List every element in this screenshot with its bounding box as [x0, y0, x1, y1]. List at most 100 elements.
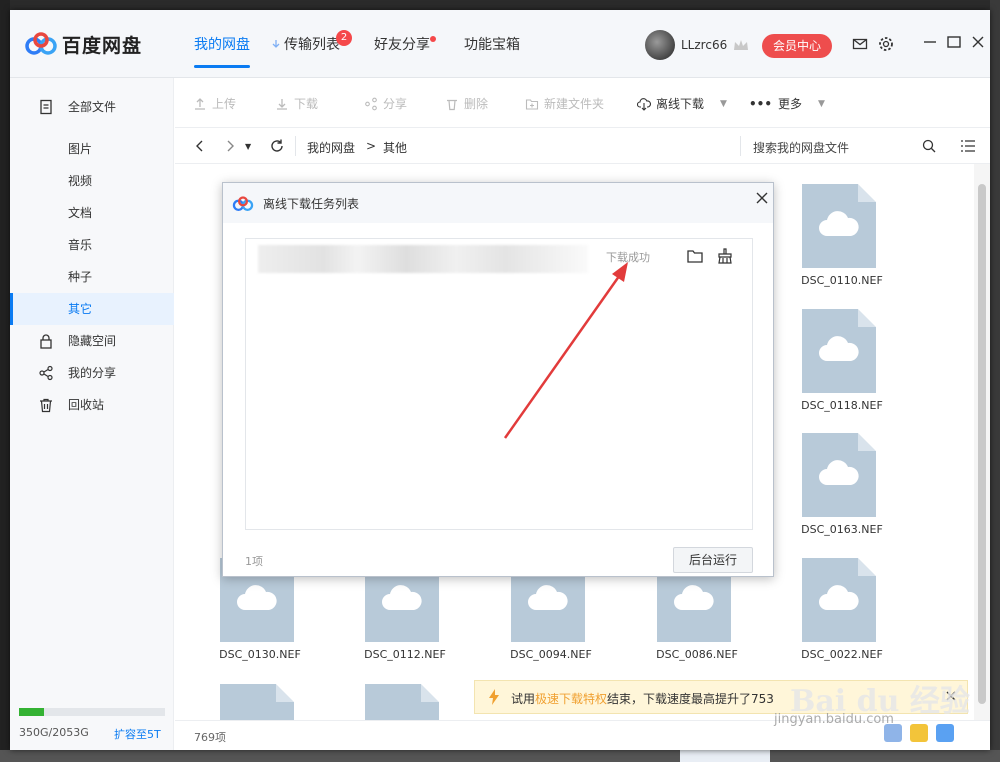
share-label: 分享 — [383, 97, 408, 111]
app-logo[interactable]: 百度网盘 — [24, 30, 174, 58]
forward-icon[interactable] — [222, 138, 238, 154]
close-icon[interactable] — [970, 34, 986, 50]
breadcrumb-root[interactable]: 我的网盘 — [307, 139, 355, 156]
sidebar-item-label: 视频 — [68, 174, 93, 188]
sidebar-item-music[interactable]: 音乐 — [10, 229, 174, 261]
cloud-icon — [528, 585, 568, 610]
back-icon[interactable] — [192, 138, 208, 154]
search-input[interactable]: 搜索我的网盘文件 — [753, 139, 849, 156]
file-name: DSC_0086.NEF — [656, 648, 738, 661]
tab-friend-share[interactable]: 好友分享 — [374, 10, 436, 78]
desktop-top-strip — [0, 0, 1000, 10]
notification-dot — [430, 36, 436, 42]
mail-icon[interactable] — [852, 36, 868, 52]
header-icons — [852, 36, 904, 52]
chevron-down-icon[interactable]: ▼ — [818, 99, 825, 109]
blurred-task-name — [258, 245, 588, 273]
notification-icon[interactable] — [910, 724, 928, 742]
sidebar-item-hidden-space[interactable]: 隐藏空间 — [10, 325, 174, 357]
task-list: 下载成功 — [245, 238, 753, 530]
sidebar-item-images[interactable]: 图片 — [10, 133, 174, 165]
search-icon[interactable] — [921, 138, 937, 154]
lock-icon[interactable] — [936, 724, 954, 742]
scrollbar-thumb[interactable] — [978, 184, 986, 704]
item-count: 769项 — [194, 731, 226, 744]
desktop-left-strip — [0, 0, 10, 762]
maximize-icon[interactable] — [946, 34, 962, 50]
new-folder-button[interactable]: 新建文件夹 — [525, 95, 604, 112]
storage-quota-bar — [19, 708, 165, 716]
sidebar-item-label: 种子 — [68, 270, 93, 284]
run-in-background-button[interactable]: 后台运行 — [673, 547, 753, 573]
dialog-header: 离线下载任务列表 — [223, 183, 773, 223]
more-button[interactable]: ••• 更多 ▼ — [749, 95, 825, 112]
header-bar: 百度网盘 我的网盘 传输列表 2 好友分享 功能宝箱 LLzrc66 会员中心 — [10, 10, 990, 78]
sidebar-item-my-share[interactable]: 我的分享 — [10, 357, 174, 389]
sidebar-item-label: 音乐 — [68, 238, 93, 252]
download-icon — [277, 98, 287, 110]
divider — [740, 136, 741, 156]
dialog-title: 离线下载任务列表 — [263, 197, 360, 211]
sidebar-item-other[interactable]: 其它 — [10, 293, 174, 325]
file-thumbnail — [365, 684, 439, 720]
scrollbar[interactable] — [974, 164, 990, 720]
sidebar-item-torrents[interactable]: 种子 — [10, 261, 174, 293]
app-window: 百度网盘 我的网盘 传输列表 2 好友分享 功能宝箱 LLzrc66 会员中心 — [10, 10, 990, 750]
user-area[interactable]: LLzrc66 — [645, 30, 749, 60]
upload-button[interactable]: 上传 — [193, 95, 236, 112]
chevron-down-icon[interactable]: ▼ — [720, 99, 727, 109]
file-item[interactable] — [183, 666, 294, 720]
file-item[interactable]: DSC_0022.NEF — [765, 540, 883, 661]
breadcrumb-current: 其他 — [383, 141, 408, 155]
crown-icon — [734, 40, 749, 50]
file-item[interactable] — [328, 666, 439, 720]
baidu-cloud-logo-icon — [232, 196, 254, 211]
cloud-icon — [237, 585, 277, 610]
refresh-icon[interactable] — [269, 138, 285, 154]
desktop-right-strip — [990, 0, 1000, 762]
sidebar-item-videos[interactable]: 视频 — [10, 165, 174, 197]
sidebar-item-documents[interactable]: 文档 — [10, 197, 174, 229]
path-bar: ▼ 我的网盘 > 其他 搜索我的网盘文件 — [175, 128, 990, 164]
cloud-icon — [819, 460, 859, 485]
taskbar-fragment — [680, 750, 770, 762]
sidebar-item-label: 其它 — [68, 302, 93, 316]
gear-icon[interactable] — [878, 36, 894, 52]
trash-icon — [447, 99, 457, 110]
storage-quota-text: 350G/2053G — [19, 726, 89, 739]
sidebar-item-label: 我的分享 — [68, 366, 117, 380]
desktop-bottom-strip — [0, 750, 1000, 762]
share-icon — [39, 365, 53, 381]
delete-button[interactable]: 删除 — [445, 95, 488, 112]
lightning-icon — [489, 689, 499, 705]
close-icon[interactable] — [755, 191, 769, 205]
expand-storage-link[interactable]: 扩容至5T — [114, 726, 161, 742]
folder-icon[interactable] — [686, 247, 704, 265]
history-dropdown-icon[interactable]: ▼ — [245, 142, 251, 151]
cloud-icon — [819, 336, 859, 361]
download-button[interactable]: 下载 — [275, 95, 318, 112]
minimize-icon[interactable] — [922, 34, 938, 50]
breadcrumb-separator: > — [366, 139, 377, 153]
avatar[interactable] — [645, 30, 675, 60]
file-item[interactable]: DSC_0163.NEF — [765, 415, 883, 536]
sidebar-item-label: 全部文件 — [68, 100, 117, 114]
status-icons — [884, 724, 962, 742]
share-button[interactable]: 分享 — [364, 95, 407, 112]
file-item[interactable]: DSC_0110.NEF — [765, 166, 883, 287]
sidebar-item-all-files[interactable]: 全部文件 — [10, 91, 174, 123]
sidebar-item-recycle-bin[interactable]: 回收站 — [10, 389, 174, 421]
delete-label: 删除 — [464, 97, 489, 111]
notice-highlight-link[interactable]: 极速下载特权 — [535, 692, 607, 706]
clear-broom-icon[interactable] — [716, 247, 734, 265]
tab-my-netdisk[interactable]: 我的网盘 — [194, 10, 250, 78]
tab-feature-box[interactable]: 功能宝箱 — [464, 10, 520, 78]
tab-transfer-list[interactable]: 传输列表 2 — [272, 10, 352, 78]
offline-download-button[interactable]: 离线下载 ▼ — [637, 95, 727, 112]
file-item[interactable]: DSC_0118.NEF — [765, 291, 883, 412]
vip-center-button[interactable]: 会员中心 — [762, 34, 832, 58]
list-view-icon[interactable] — [960, 138, 976, 154]
document-icon — [40, 99, 52, 115]
watermark-url: jingyan.baidu.com — [774, 712, 894, 727]
username: LLzrc66 — [681, 38, 728, 52]
